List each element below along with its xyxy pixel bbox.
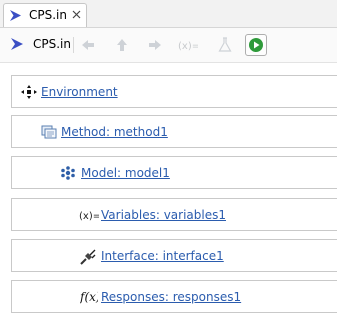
toolbar-title: CPS.in xyxy=(33,37,71,51)
tab-label: CPS.in xyxy=(29,8,67,22)
cps-file-icon xyxy=(10,37,24,51)
up-button[interactable] xyxy=(111,34,133,56)
responses-icon: f(x) xyxy=(79,290,101,304)
variables-icon: (x)= xyxy=(178,41,198,52)
arrow-left-icon xyxy=(82,40,94,50)
environment-icon xyxy=(21,85,37,99)
responses-panel: f(x) Responses: responses1 xyxy=(11,280,337,313)
interface-link[interactable]: Interface: interface1 xyxy=(101,249,224,263)
toolbar-separator xyxy=(73,37,74,53)
environment-link[interactable]: Environment xyxy=(41,85,118,99)
svg-text:f(x): f(x) xyxy=(80,290,98,304)
svg-text:(x)=: (x)= xyxy=(79,211,99,222)
method-panel: Method: method1 xyxy=(11,115,337,148)
editor-tab-bar: CPS.in xyxy=(0,0,337,28)
cps-file-icon xyxy=(9,9,22,22)
flask-icon xyxy=(218,37,232,52)
model-link[interactable]: Model: model1 xyxy=(81,166,170,180)
model-panel: Model: model1 xyxy=(11,156,337,189)
svg-text:(x)=: (x)= xyxy=(178,41,198,52)
forward-button[interactable] xyxy=(144,34,166,56)
variables-link[interactable]: Variables: variables1 xyxy=(101,208,226,222)
arrow-up-icon xyxy=(117,39,127,51)
variables-panel: (x)= Variables: variables1 xyxy=(11,198,337,231)
method-link[interactable]: Method: method1 xyxy=(61,125,168,139)
interface-icon xyxy=(80,249,96,265)
close-icon[interactable] xyxy=(70,8,83,21)
play-icon xyxy=(249,38,263,52)
back-button[interactable] xyxy=(77,34,99,56)
interface-panel: Interface: interface1 xyxy=(11,239,337,272)
variables-button[interactable]: (x)= xyxy=(177,34,199,56)
environment-panel: Environment xyxy=(11,75,337,108)
responses-link[interactable]: Responses: responses1 xyxy=(101,290,241,304)
editor-tab-cps[interactable]: CPS.in xyxy=(3,3,87,27)
method-icon xyxy=(41,125,57,139)
flask-button[interactable] xyxy=(214,34,236,56)
run-button[interactable] xyxy=(245,34,267,56)
model-icon xyxy=(60,166,76,180)
variables-icon: (x)= xyxy=(79,208,101,222)
arrow-right-icon xyxy=(149,40,161,50)
editor-toolbar: CPS.in (x)= xyxy=(0,28,337,63)
